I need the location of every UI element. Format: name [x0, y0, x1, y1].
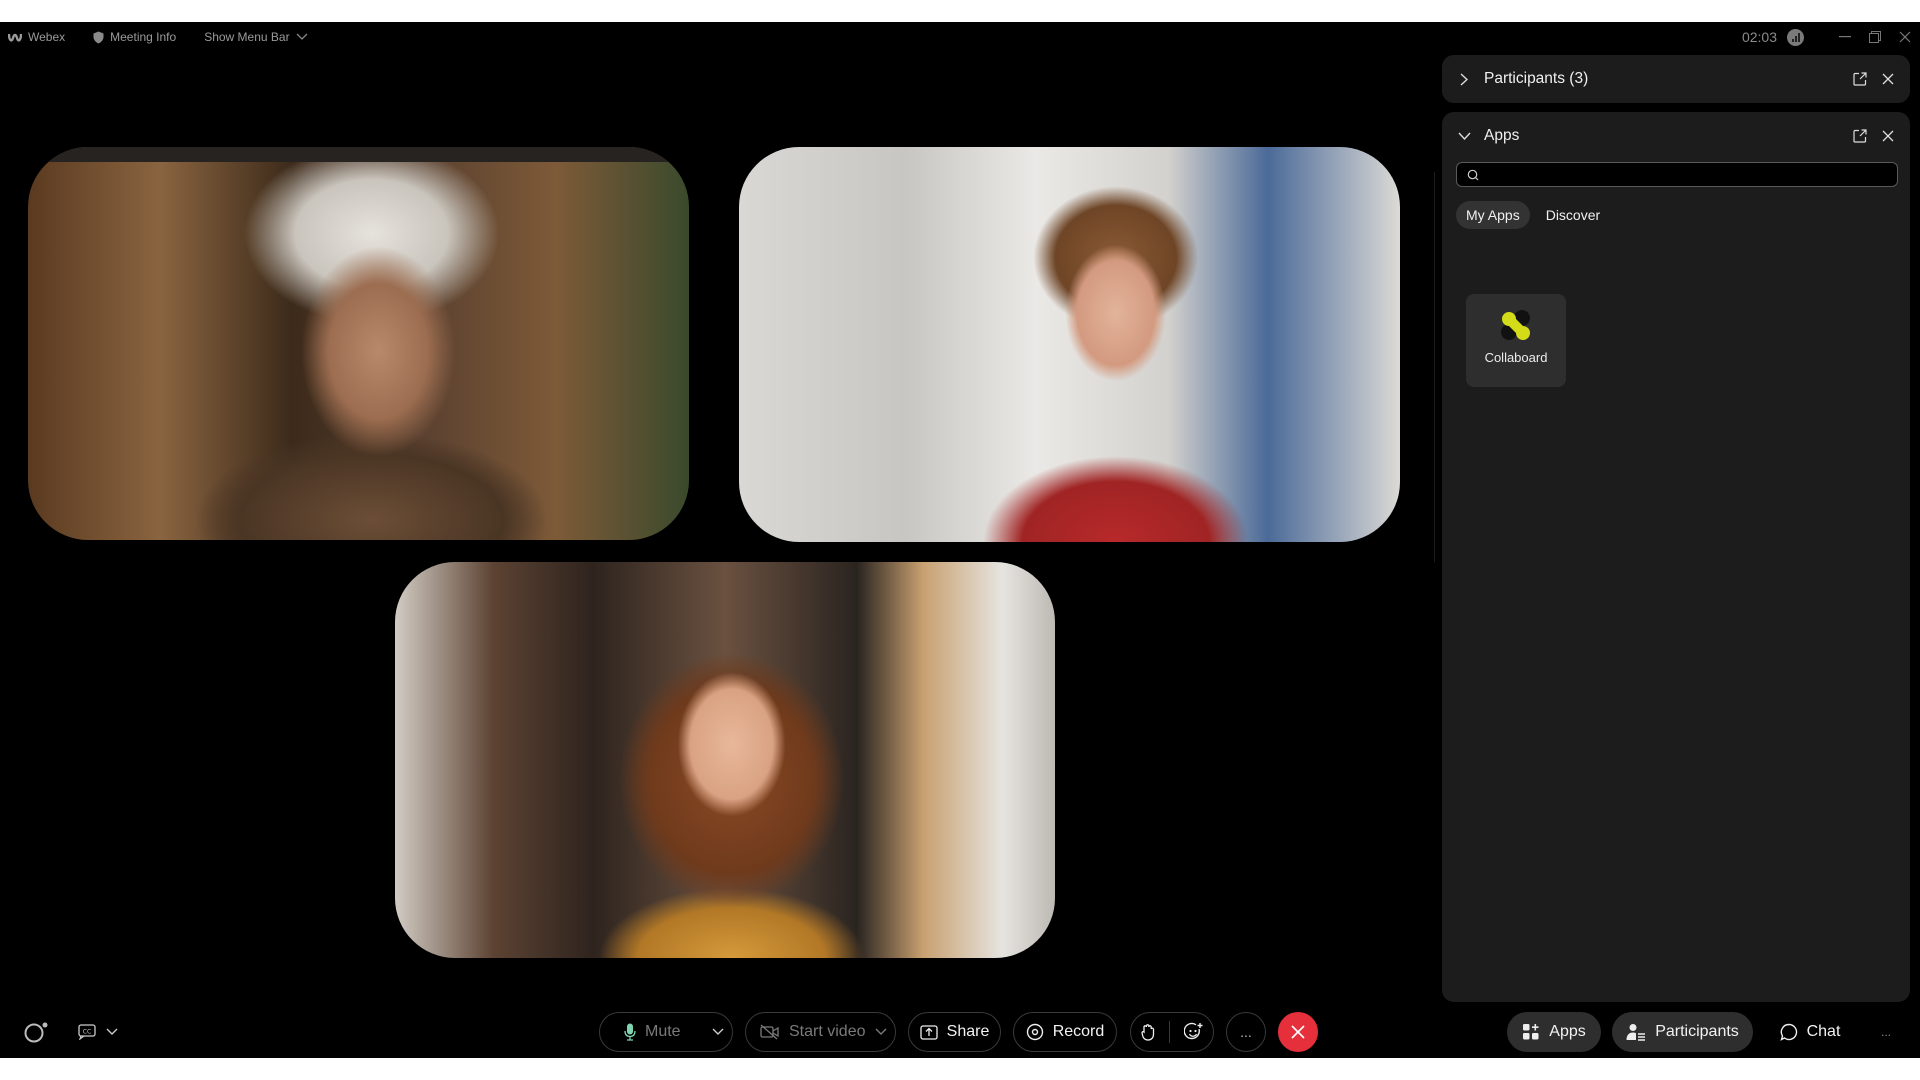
- close-icon[interactable]: [1876, 124, 1900, 148]
- raise-hand-icon[interactable]: [1140, 1023, 1155, 1041]
- apps-search-input[interactable]: [1485, 167, 1897, 182]
- participant-video-tile[interactable]: Young woman with long wavy hair in front…: [395, 562, 1055, 958]
- more-options-label: ...: [1240, 1024, 1252, 1040]
- svg-text:CC: CC: [83, 1029, 91, 1036]
- more-options-button[interactable]: ...: [1226, 1012, 1266, 1052]
- chevron-down-icon[interactable]: [106, 1028, 118, 1036]
- participants-toggle-button[interactable]: Participants: [1612, 1012, 1753, 1052]
- tile-top-band: [28, 147, 689, 162]
- panel-resize-handle[interactable]: [1434, 172, 1435, 562]
- chat-icon: [1779, 1023, 1797, 1041]
- show-menu-bar-button[interactable]: Show Menu Bar: [204, 30, 308, 44]
- apps-tabs: My Apps Discover: [1456, 201, 1910, 229]
- apps-label: Apps: [1549, 1023, 1586, 1040]
- add-reaction-icon[interactable]: [1183, 1022, 1204, 1042]
- apps-icon: [1523, 1024, 1539, 1040]
- ai-assistant-icon: [24, 1022, 48, 1043]
- record-label: Record: [1052, 1023, 1105, 1040]
- start-video-button[interactable]: Start video: [745, 1012, 896, 1052]
- video-description: Young woman with long wavy hair in front…: [395, 562, 396, 563]
- close-icon[interactable]: [1876, 67, 1900, 91]
- captions-button[interactable]: CC: [78, 1012, 118, 1052]
- record-button[interactable]: Record: [1013, 1012, 1117, 1052]
- apps-panel: Apps My Apps Discover Collaboard: [1442, 112, 1910, 1002]
- participant-video-feed: [28, 147, 689, 540]
- participant-video-feed: [395, 562, 1055, 958]
- share-label: Share: [946, 1023, 990, 1040]
- record-icon: [1026, 1023, 1043, 1041]
- mute-button[interactable]: Mute: [599, 1012, 733, 1052]
- show-menu-bar-label: Show Menu Bar: [204, 30, 290, 44]
- chevron-down-icon: [296, 33, 308, 40]
- participant-video-tile[interactable]: Elderly man with white hair and mustache…: [28, 147, 689, 540]
- title-bar: Webex Meeting Info Show Menu Bar 02:03: [0, 22, 1920, 52]
- meeting-info-button[interactable]: Meeting Info: [93, 30, 176, 44]
- webex-logo-icon: [8, 33, 22, 42]
- chevron-right-icon[interactable]: [1456, 71, 1472, 87]
- panel-overflow-label: ...: [1880, 1025, 1891, 1039]
- meeting-info-label: Meeting Info: [110, 30, 177, 44]
- apps-toggle-button[interactable]: Apps: [1507, 1012, 1601, 1052]
- closed-captions-icon: CC: [78, 1024, 96, 1040]
- apps-panel-title: Apps: [1484, 127, 1520, 144]
- panel-overflow-button[interactable]: ...: [1866, 1012, 1906, 1052]
- restore-button[interactable]: [1860, 22, 1890, 52]
- apps-search-field[interactable]: [1456, 162, 1898, 187]
- participants-panel: Participants (3): [1442, 55, 1910, 103]
- video-description: Woman with curly hair and glasses in red…: [739, 147, 740, 148]
- video-off-icon: [760, 1024, 779, 1040]
- app-tile-collaboard[interactable]: Collaboard: [1466, 294, 1566, 387]
- share-screen-icon: [919, 1024, 938, 1040]
- restore-icon: [1869, 31, 1881, 43]
- close-window-button[interactable]: [1890, 22, 1920, 52]
- pop-out-icon[interactable]: [1848, 67, 1872, 91]
- minimize-button[interactable]: [1830, 22, 1860, 52]
- close-icon: [1291, 1025, 1305, 1039]
- chevron-down-icon[interactable]: [1456, 128, 1472, 144]
- chat-label: Chat: [1806, 1023, 1841, 1040]
- connection-signal-icon[interactable]: [1787, 28, 1804, 46]
- divider: [1168, 1021, 1170, 1043]
- participant-video-feed: [739, 147, 1400, 542]
- participants-label: Participants: [1655, 1023, 1739, 1040]
- reactions-group: [1130, 1012, 1214, 1052]
- close-icon: [1899, 31, 1911, 43]
- app-name: Webex: [28, 30, 66, 44]
- share-button[interactable]: Share: [908, 1012, 1001, 1052]
- audio-options-chevron-icon[interactable]: [712, 1028, 724, 1036]
- meeting-window: Webex Meeting Info Show Menu Bar 02:03 P…: [0, 22, 1920, 1058]
- start-video-label: Start video: [789, 1023, 866, 1040]
- meeting-controls: CC Mute Start video Share Record ... App…: [0, 1012, 1920, 1054]
- mute-label: Mute: [645, 1023, 681, 1040]
- participants-panel-title: Participants (3): [1484, 70, 1589, 87]
- participants-icon: [1626, 1024, 1646, 1041]
- screen-bottom-edge: [0, 1058, 1920, 1080]
- participants-panel-header[interactable]: Participants (3): [1442, 55, 1910, 103]
- chat-toggle-button[interactable]: Chat: [1764, 1012, 1856, 1052]
- search-icon: [1467, 169, 1479, 180]
- webex-app-menu[interactable]: Webex: [8, 30, 65, 44]
- microphone-icon: [624, 1023, 636, 1041]
- apps-panel-header[interactable]: Apps: [1442, 112, 1910, 160]
- tab-my-apps[interactable]: My Apps: [1456, 201, 1530, 229]
- video-description: Elderly man with white hair and mustache…: [28, 147, 29, 148]
- minimize-icon: [1839, 36, 1851, 38]
- ai-assistant-button[interactable]: [22, 1012, 50, 1052]
- pop-out-icon[interactable]: [1848, 124, 1872, 148]
- app-name: Collaboard: [1484, 350, 1548, 365]
- video-options-chevron-icon[interactable]: [875, 1028, 887, 1036]
- meeting-timer: 02:03: [1741, 29, 1777, 45]
- tab-discover[interactable]: Discover: [1536, 201, 1610, 229]
- leave-meeting-button[interactable]: [1278, 1012, 1318, 1052]
- participant-video-tile[interactable]: Woman with curly hair and glasses in red…: [739, 147, 1400, 542]
- shield-icon: [93, 31, 104, 43]
- collaboard-logo-icon: [1501, 310, 1530, 340]
